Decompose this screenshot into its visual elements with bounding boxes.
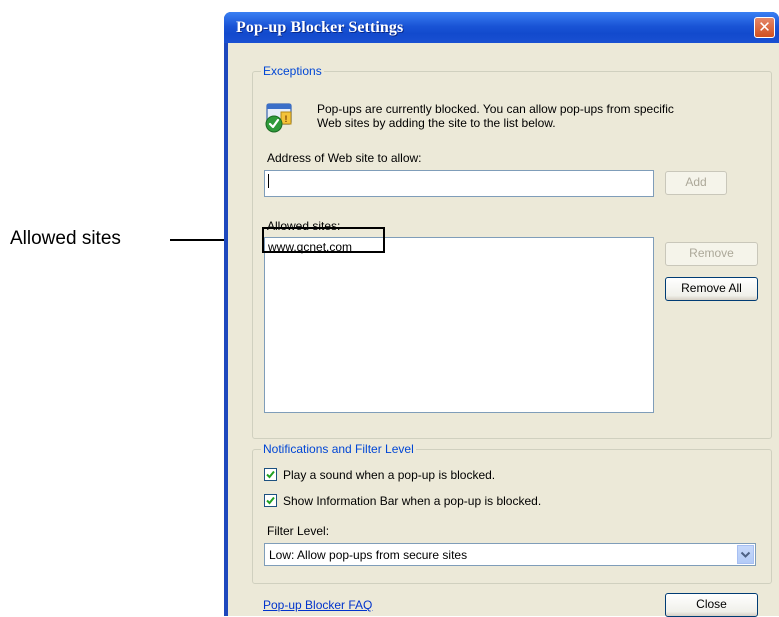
check-icon [266, 496, 275, 505]
show-info-bar-label: Show Information Bar when a pop-up is bl… [283, 494, 542, 508]
address-input[interactable] [264, 170, 654, 197]
notifications-legend: Notifications and Filter Level [261, 442, 416, 456]
popup-blocker-dialog: Pop-up Blocker Settings ✕ Exceptions ! P… [224, 12, 779, 617]
title-bar[interactable]: Pop-up Blocker Settings ✕ [224, 12, 779, 43]
allowed-site-highlight [262, 227, 385, 253]
play-sound-checkbox[interactable] [264, 468, 277, 481]
callout-label: Allowed sites [10, 228, 121, 249]
dialog-client-area: Exceptions ! Pop-ups are currently block… [228, 43, 779, 617]
play-sound-label: Play a sound when a pop-up is blocked. [283, 468, 496, 482]
text-caret [268, 174, 269, 188]
address-label: Address of Web site to allow: [267, 151, 422, 165]
window-close-button[interactable]: ✕ [754, 17, 775, 38]
info-text-line-1: Pop-ups are currently blocked. You can a… [317, 102, 674, 116]
info-text-line-2: Web sites by adding the site to the list… [317, 116, 556, 130]
show-info-bar-checkbox[interactable] [264, 494, 277, 507]
exceptions-legend: Exceptions [261, 64, 324, 78]
remove-button[interactable]: Remove [665, 242, 758, 266]
check-icon [266, 470, 275, 479]
svg-text:!: ! [285, 114, 288, 124]
filter-level-label: Filter Level: [267, 524, 330, 538]
popup-blocker-shield-icon: ! [265, 103, 292, 133]
filter-level-value: Low: Allow pop-ups from secure sites [269, 548, 468, 562]
remove-all-button[interactable]: Remove All [665, 277, 758, 301]
window-title: Pop-up Blocker Settings [236, 19, 404, 36]
allowed-sites-list[interactable]: www.qcnet.com [264, 237, 654, 413]
add-button[interactable]: Add [665, 171, 727, 195]
close-icon: ✕ [758, 19, 771, 36]
popup-blocker-faq-link[interactable]: Pop-up Blocker FAQ [263, 598, 372, 612]
chevron-down-icon[interactable] [737, 545, 754, 564]
filter-level-select[interactable]: Low: Allow pop-ups from secure sites [264, 543, 756, 566]
close-button[interactable]: Close [665, 593, 758, 617]
